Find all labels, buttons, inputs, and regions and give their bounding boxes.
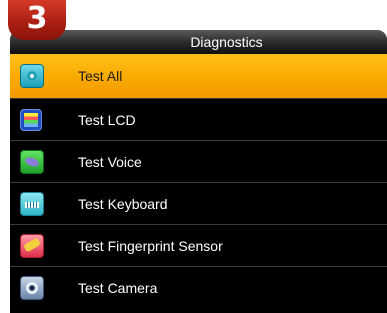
menu-item-label: Test Fingerprint Sensor — [78, 237, 223, 254]
menu-item-test-lcd[interactable]: Test LCD — [10, 98, 387, 140]
menu-item-test-fingerprint-sensor[interactable]: Test Fingerprint Sensor — [10, 224, 387, 266]
device-screen: 3 Diagnostics Test All Test LCD Test Voi… — [0, 0, 387, 313]
title-bar: Diagnostics — [10, 30, 387, 54]
menu-item-label: Test LCD — [78, 111, 136, 128]
menu-item-label: Test Voice — [78, 153, 142, 170]
step-number-badge: 3 — [8, 0, 66, 40]
menu-item-test-camera[interactable]: Test Camera — [10, 266, 387, 308]
menu-item-label: Test All — [78, 68, 123, 84]
camera-icon — [20, 275, 44, 300]
fingerprint-sensor-icon — [20, 233, 44, 258]
menu-item-test-all[interactable]: Test All — [10, 54, 387, 98]
menu-item-test-voice[interactable]: Test Voice — [10, 140, 387, 182]
test-all-icon — [20, 64, 44, 88]
page-title: Diagnostics — [190, 34, 263, 50]
menu-item-test-keyboard[interactable]: Test Keyboard — [10, 182, 387, 224]
voice-icon — [20, 149, 44, 174]
diagnostics-panel: Diagnostics Test All Test LCD Test Voice… — [10, 30, 387, 313]
diagnostics-menu: Test All Test LCD Test Voice Test Keyboa… — [10, 54, 387, 308]
keyboard-icon — [20, 191, 44, 216]
menu-item-label: Test Camera — [78, 279, 158, 296]
lcd-icon — [20, 108, 42, 131]
menu-item-label: Test Keyboard — [78, 195, 168, 212]
